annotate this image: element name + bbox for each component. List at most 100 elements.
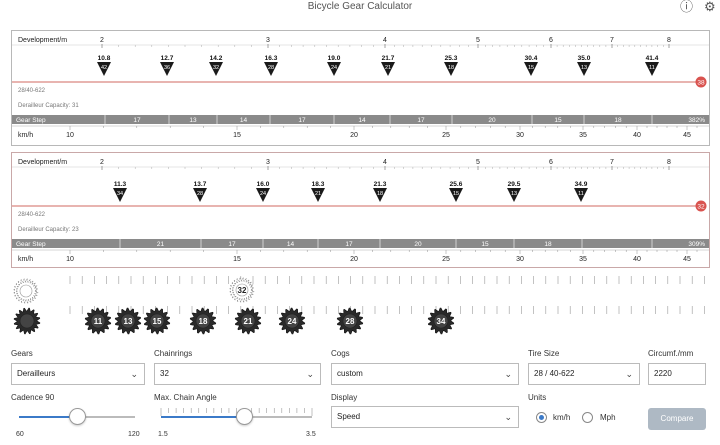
gear-cog-label: 24 [260, 191, 266, 197]
gear-marker: 29.5 13 [507, 181, 521, 202]
tire-info-text: 28/40-622 [18, 212, 46, 218]
speed-tick-label: 10 [66, 132, 74, 139]
cadence-max-label: 120 [128, 431, 140, 438]
gear-range-value: 309% [688, 241, 705, 248]
gear-cog-label: 24 [331, 65, 337, 71]
cog-option-28[interactable]: 28 [336, 307, 364, 335]
gear-step-value: 18 [614, 117, 622, 124]
chain-angle-slider-fill [161, 416, 245, 418]
chevron-down-icon: ⌄ [625, 369, 633, 379]
compare-button[interactable]: Compare [648, 408, 706, 430]
gear-step-value: 14 [358, 117, 366, 124]
cogs-label: Cogs [331, 349, 350, 358]
gear-development-label: 25.3 [445, 55, 458, 62]
chain-angle-min-label: 1.5 [158, 431, 168, 438]
gears-select[interactable]: Derailleurs ⌄ [11, 363, 145, 385]
svg-text:32: 32 [697, 204, 705, 211]
cog-option-18[interactable]: 18 [189, 307, 217, 335]
cadence-slider-thumb[interactable] [69, 408, 86, 425]
display-select[interactable]: Speed ⌄ [331, 406, 519, 428]
chain-angle-label: Max. Chain Angle [154, 393, 217, 402]
gear-step-label: Gear Step [16, 241, 46, 248]
speed-tick-label: 30 [516, 132, 524, 139]
gear-icon[interactable]: ⚙ [704, 0, 716, 13]
gear-development-label: 21.3 [374, 181, 387, 188]
cog-option-24[interactable]: 24 [278, 307, 306, 335]
chainring-option-empty[interactable] [13, 278, 39, 304]
unit-mph-radio[interactable] [582, 412, 593, 423]
gear-development-label: 10.8 [98, 55, 111, 62]
gear-selector-strip: 32 11 13 15 18 21 24 28 34 [13, 276, 705, 335]
derailleur-capacity-text: Derailleur Capacity: 31 [18, 103, 79, 109]
dev-tick-label: 3 [266, 37, 270, 44]
gear-development-label: 25.6 [450, 181, 463, 188]
speed-tick-label: 15 [233, 132, 241, 139]
chevron-down-icon: ⌄ [504, 412, 512, 422]
tire-size-select[interactable]: 28 / 40-622 ⌄ [528, 363, 640, 385]
gear-marker: 16.0 24 [256, 181, 270, 202]
gear-label: 13 [124, 317, 133, 326]
gear-cog-label: 21 [385, 65, 391, 71]
gear-cog-label: 32 [213, 65, 219, 71]
chainrings-select[interactable]: 32 ⌄ [154, 363, 321, 385]
circumference-input[interactable]: 2220 [648, 363, 706, 385]
gear-label: 32 [238, 286, 247, 295]
unit-kmh-radio[interactable] [536, 412, 547, 423]
gear-marker: 21.7 21 [381, 55, 395, 76]
gear-marker: 25.6 15 [449, 181, 463, 202]
gear-marker: 14.2 32 [209, 55, 223, 76]
cog-option-11[interactable]: 11 [84, 307, 112, 335]
gear-marker: 11.3 34 [113, 181, 127, 202]
gear-chart-panel-2: Development/m 2 3 4 5 6 7 8 32 11.3 34 13.7 28 16.0 24… [11, 152, 710, 268]
chain-angle-max-label: 3.5 [306, 431, 316, 438]
gear-marker: 34.9 11 [574, 181, 588, 202]
gear-step-label: Gear Step [16, 117, 46, 124]
chainring-option-selected[interactable]: 32 [229, 277, 255, 303]
tire-info-text: 28/40-622 [18, 88, 46, 94]
gear-development-label: 12.7 [161, 55, 174, 62]
development-axis-label: Development/m [18, 159, 67, 166]
window-title: Bicycle Gear Calculator [307, 1, 413, 12]
gear-label: 24 [288, 317, 297, 326]
speed-tick-label: 25 [442, 132, 450, 139]
gear-step-value: 15 [481, 241, 489, 248]
gear-cog-label: 18 [377, 191, 383, 197]
chainrings-label: Chainrings [154, 349, 193, 358]
gear-marker: 19.0 24 [327, 55, 341, 76]
cog-option-empty[interactable] [13, 307, 41, 335]
gear-chart: Development/m 2 3 4 5 6 7 83810.84212.73614.232… [12, 37, 709, 139]
gear-chart: Development/m 2 3 4 5 6 7 83211.33413.72816.024… [12, 159, 709, 263]
cog-option-15[interactable]: 15 [143, 307, 171, 335]
gear-development-label: 16.0 [257, 181, 270, 188]
cadence-label: Cadence 90 [11, 393, 55, 402]
gear-cog-label: 13 [511, 191, 517, 197]
gear-step-value: 17 [345, 241, 353, 248]
cog-option-34[interactable]: 34 [427, 307, 455, 335]
speed-tick-label: 20 [350, 132, 358, 139]
gear-step-value: 18 [544, 241, 552, 248]
gear-development-label: 13.7 [194, 181, 207, 188]
gear-label: 11 [94, 317, 103, 326]
gear-marker: 16.3 28 [264, 55, 278, 76]
gear-marker: 25.3 18 [444, 55, 458, 76]
cogs-select[interactable]: custom ⌄ [331, 363, 519, 385]
speed-tick-label: 15 [233, 256, 241, 263]
dev-tick-label: 8 [667, 159, 671, 166]
unit-kmh-label: km/h [553, 413, 571, 422]
gear-label: 28 [346, 317, 355, 326]
cadence-min-label: 60 [16, 431, 24, 438]
chain-angle-slider-thumb[interactable] [236, 408, 254, 425]
cog-option-21[interactable]: 21 [234, 307, 262, 335]
gear-step-value: 14 [287, 241, 295, 248]
gear-marker: 10.8 42 [97, 55, 111, 76]
help-icon[interactable]: ⓘ [680, 0, 693, 13]
gear-step-value: 13 [189, 117, 197, 124]
dev-tick-label: 2 [100, 37, 104, 44]
gear-step-value: 17 [133, 117, 141, 124]
gear-marker: 13.7 28 [193, 181, 207, 202]
gear-cog-label: 42 [101, 65, 107, 71]
speed-tick-label: 45 [683, 256, 691, 263]
gear-development-label: 14.2 [210, 55, 223, 62]
gear-development-label: 16.3 [265, 55, 278, 62]
dev-tick-label: 6 [549, 159, 553, 166]
